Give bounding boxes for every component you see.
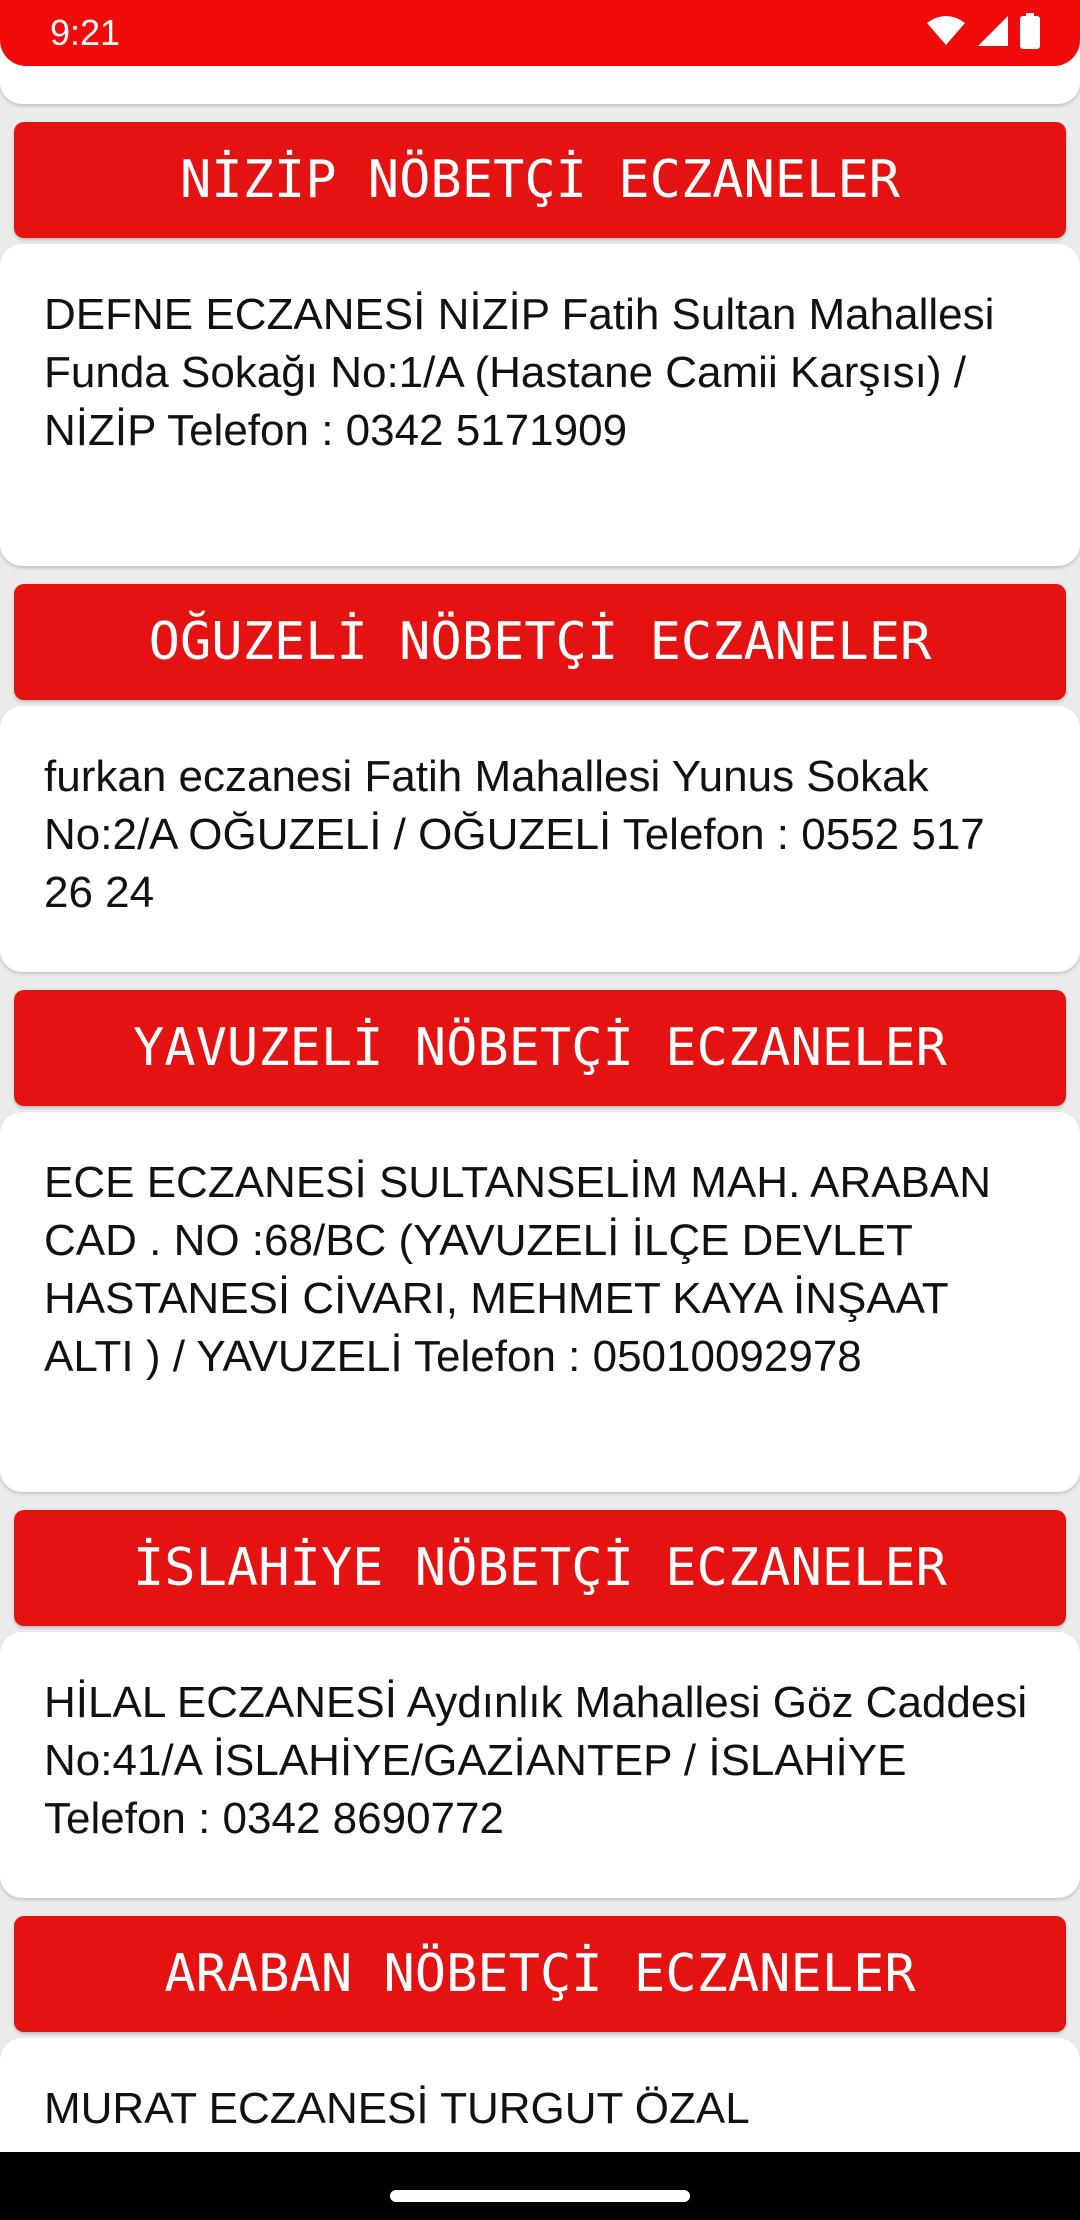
section-header-label: OĞUZELİ NÖBETÇİ ECZANELER (148, 612, 932, 672)
section-header-araban: ARABAN NÖBETÇİ ECZANELER (14, 1916, 1066, 2032)
pharmacy-info: MURAT ECZANESİ TURGUT ÖZAL (44, 2084, 750, 2133)
pharmacy-info: furkan eczanesi Fatih Mahallesi Yunus So… (44, 752, 985, 917)
signal-icon (976, 14, 1010, 53)
section-header-label: YAVUZELİ NÖBETÇİ ECZANELER (133, 1018, 947, 1078)
status-bar: 9:21 (0, 0, 1080, 66)
section-header-label: NİZİP NÖBETÇİ ECZANELER (179, 150, 901, 210)
section-header-label: ARABAN NÖBETÇİ ECZANELER (164, 1944, 916, 2004)
section-header-oguzeli: OĞUZELİ NÖBETÇİ ECZANELER (14, 584, 1066, 700)
battery-icon (1020, 12, 1040, 54)
wifi-icon (926, 15, 966, 52)
pharmacy-card-islahiye[interactable]: HİLAL ECZANESİ Aydınlık Mahallesi Göz Ca… (0, 1632, 1080, 1898)
pharmacy-info: ECE ECZANESİ SULTANSELİM MAH. ARABAN CAD… (44, 1158, 992, 1381)
pharmacy-card-yavuzeli[interactable]: ECE ECZANESİ SULTANSELİM MAH. ARABAN CAD… (0, 1112, 1080, 1492)
pharmacy-info: DEFNE ECZANESİ NİZİP Fatih Sultan Mahall… (44, 290, 995, 455)
section-header-yavuzeli: YAVUZELİ NÖBETÇİ ECZANELER (14, 990, 1066, 1106)
pharmacy-card-oguzeli[interactable]: furkan eczanesi Fatih Mahallesi Yunus So… (0, 706, 1080, 972)
section-header-nizip: NİZİP NÖBETÇİ ECZANELER (14, 122, 1066, 238)
status-time: 9:21 (50, 12, 121, 53)
status-icons (926, 12, 1040, 54)
section-header-islahiye: İSLAHİYE NÖBETÇİ ECZANELER (14, 1510, 1066, 1626)
home-gesture-handle[interactable] (390, 2190, 690, 2202)
section-header-label: İSLAHİYE NÖBETÇİ ECZANELER (133, 1538, 947, 1598)
pharmacy-card-nizip[interactable]: DEFNE ECZANESİ NİZİP Fatih Sultan Mahall… (0, 244, 1080, 566)
navigation-bar (0, 2152, 1080, 2220)
pharmacy-info: HİLAL ECZANESİ Aydınlık Mahallesi Göz Ca… (44, 1678, 1028, 1843)
